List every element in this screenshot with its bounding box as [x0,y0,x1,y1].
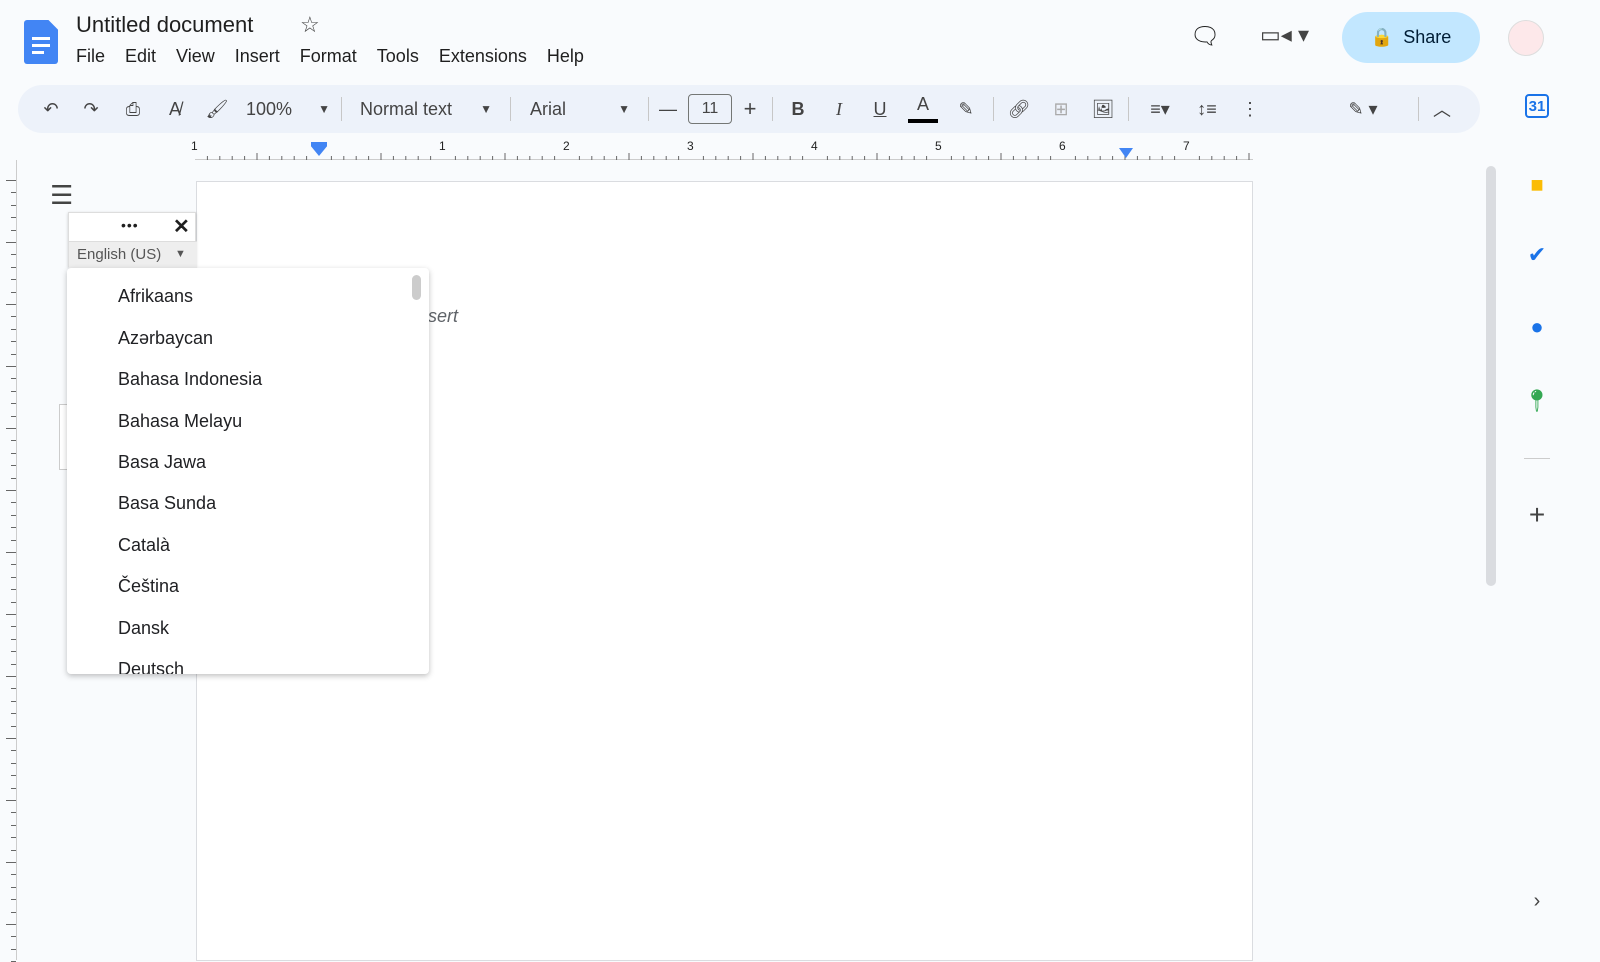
keep-icon[interactable]: ■ [1520,168,1554,202]
star-icon[interactable]: ☆ [300,12,320,38]
language-dropdown: Afrikaans Azərbaycan Bahasa Indonesia Ba… [67,268,429,674]
expand-panel-icon[interactable]: › [1520,884,1554,918]
editing-mode-icon[interactable]: ✎ ▾ [1338,85,1388,133]
menu-bar: File Edit View Insert Format Tools Exten… [66,46,594,67]
ruler-label: 2 [563,139,570,153]
insert-image-icon[interactable]: 🖼︎ [1090,85,1116,133]
underline-icon[interactable]: U [870,85,890,133]
tasks-icon[interactable]: ✔ [1520,238,1554,272]
docs-logo[interactable] [24,20,58,64]
ruler-ticks [206,153,1250,160]
page-scrollbar[interactable] [1486,166,1496,586]
language-option[interactable]: Bahasa Indonesia [118,369,262,390]
menu-format[interactable]: Format [290,46,367,67]
collapse-icon[interactable]: ︿ [1432,85,1452,133]
ruler-label: 6 [1059,139,1066,153]
paint-format-icon[interactable]: 🖌 [204,85,230,133]
increase-font-size-icon[interactable]: + [740,85,760,133]
decrease-font-size-icon[interactable]: — [658,85,678,133]
language-option[interactable]: Deutsch [118,659,184,674]
font-select[interactable]: Arial ▼ [530,85,630,133]
maps-icon[interactable]: 📍︎ [1520,384,1554,418]
side-divider [1524,458,1550,459]
lock-icon: 🔒 [1370,27,1394,47]
text-color-icon[interactable]: A [908,89,938,123]
calendar-icon[interactable]: 31 [1525,94,1549,118]
menu-view[interactable]: View [166,46,225,67]
zoom-value: 100% [246,98,293,119]
language-option[interactable]: Bahasa Melayu [118,411,242,432]
language-option[interactable]: Català [118,535,170,556]
zoom-select[interactable]: 100% ▼ [246,85,330,133]
chevron-down-icon: ▼ [175,248,186,260]
italic-icon[interactable]: I [829,85,849,133]
toolbar: ↶ ↷ ⎙ A̸ 🖌 100% ▼ Normal text ▼ Arial ▼ — 1… [18,85,1480,133]
bold-icon[interactable]: B [788,85,808,133]
horizontal-ruler[interactable]: 1 1 2 3 4 5 6 7 [191,139,1253,160]
outline-icon[interactable]: ☰ [50,180,73,211]
language-option[interactable]: Azərbaycan [118,328,213,349]
language-select[interactable]: English (US) ▼ [69,241,197,268]
ruler-label: 7 [1183,139,1190,153]
menu-edit[interactable]: Edit [115,46,166,67]
menu-help[interactable]: Help [537,46,594,67]
drag-handle-icon[interactable]: ••• [121,217,139,233]
close-icon[interactable]: ✕ [173,214,190,239]
style-value: Normal text [360,98,453,119]
font-value: Arial [530,98,567,119]
chevron-down-icon: ▼ [480,102,492,116]
language-option[interactable]: Čeština [118,576,179,597]
language-option[interactable]: Basa Jawa [118,452,206,473]
align-icon[interactable]: ≡▾ [1140,85,1180,133]
undo-icon[interactable]: ↶ [38,85,64,133]
document-title[interactable]: Untitled document [76,12,253,38]
font-size-input[interactable]: 11 [688,94,732,124]
meet-icon[interactable]: ▭◂ ▾ [1260,22,1309,48]
link-icon[interactable]: 🔗︎ [1006,85,1032,133]
language-option[interactable]: Dansk [118,618,169,639]
contacts-icon[interactable]: ● [1520,310,1554,344]
ruler-label: 5 [935,139,942,153]
menu-tools[interactable]: Tools [367,46,429,67]
redo-icon[interactable]: ↷ [78,85,104,133]
language-widget: ••• ✕ English (US) ▼ [68,212,197,268]
language-option[interactable]: Afrikaans [118,286,193,307]
ruler-label: 4 [811,139,818,153]
print-icon[interactable]: ⎙ [120,85,146,133]
chevron-down-icon: ▼ [318,102,330,116]
share-label: Share [1403,27,1452,47]
share-button[interactable]: 🔒 Share [1342,12,1480,63]
ruler-label: 1 [439,139,446,153]
line-spacing-icon[interactable]: ↕≡ [1194,85,1220,133]
style-select[interactable]: Normal text ▼ [360,85,492,133]
chevron-down-icon: ▼ [618,102,630,116]
avatar[interactable] [1508,20,1544,56]
selected-language: English (US) [77,246,162,263]
highlight-icon[interactable]: ✎ [954,85,978,133]
menu-insert[interactable]: Insert [225,46,290,67]
comments-icon[interactable]: 🗨 [1190,22,1220,51]
menu-file[interactable]: File [66,46,115,67]
dropdown-scrollbar[interactable] [412,275,421,300]
spellcheck-icon[interactable]: A̸ [162,85,188,133]
add-comment-icon[interactable]: ⊞ [1048,85,1074,133]
add-addon-icon[interactable]: + [1520,498,1554,532]
ruler-label: 3 [687,139,694,153]
more-icon[interactable]: ⋮ [1240,85,1260,133]
document-hint-text: sert [428,306,459,326]
menu-extensions[interactable]: Extensions [429,46,537,67]
language-option[interactable]: Basa Sunda [118,493,216,514]
ruler-label: 1 [191,139,198,153]
vertical-ruler[interactable] [0,160,17,962]
